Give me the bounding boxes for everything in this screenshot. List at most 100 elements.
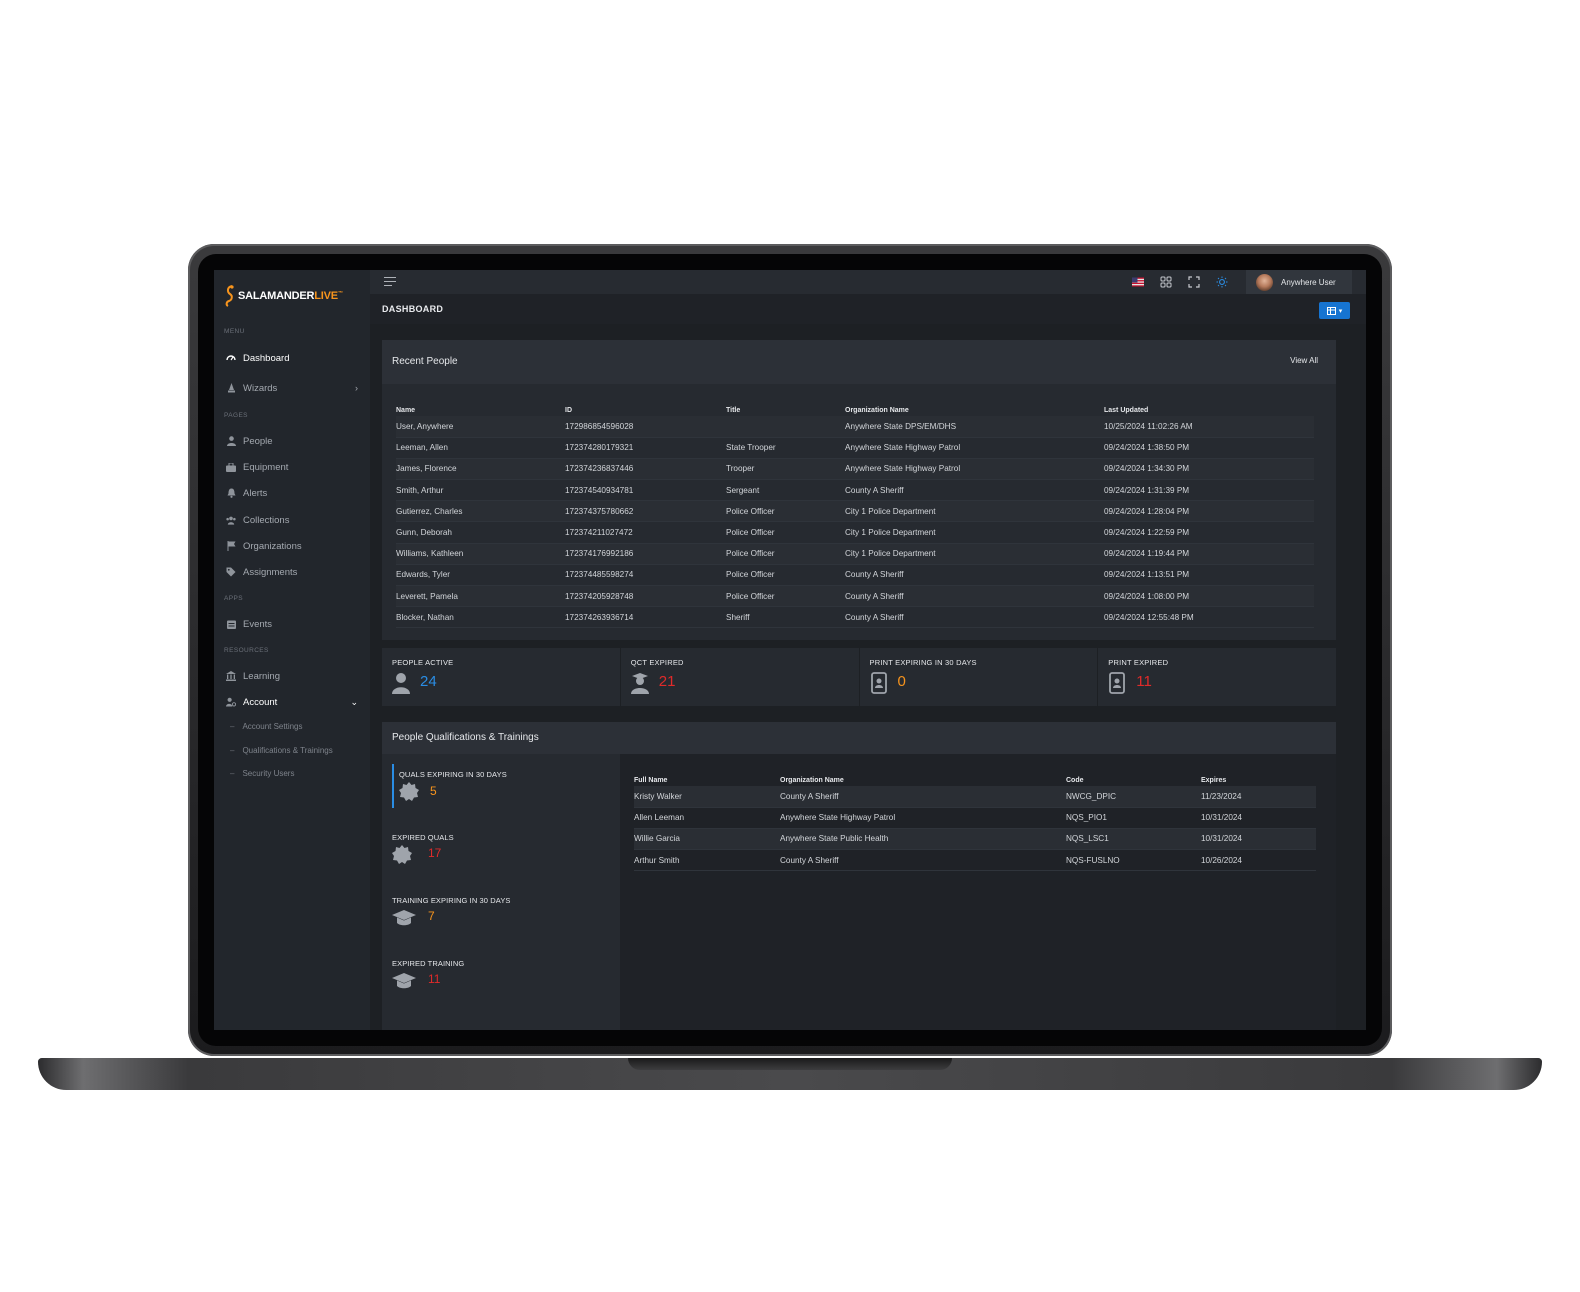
sidebar-item-collections[interactable]: Collections [226,510,362,530]
table-cell: 10/26/2024 [1201,855,1242,865]
sidebar-item-alerts[interactable]: Alerts [226,483,362,503]
sidebar-item-equipment[interactable]: Equipment [226,457,362,477]
table-row[interactable]: Gunn, Deborah 172374211027472 Police Offic… [396,522,1314,544]
graduate-icon [630,673,649,694]
table-cell: Anywhere State DPS/EM/DHS [845,421,957,431]
summary-label: EXPIRED QUALS [392,833,454,842]
table-row[interactable]: Leverett, Pamela 172374205928748 Police Of… [396,585,1314,607]
summary-value: 11 [428,972,441,986]
stat-people-active[interactable]: PEOPLE ACTIVE 24 [382,648,621,706]
table-icon [1326,306,1336,315]
sidebar-item-events[interactable]: Events [226,614,362,634]
sidebar-item-learning[interactable]: Learning [226,666,362,686]
column-header[interactable]: ID [565,406,726,416]
quals-expiring-item[interactable]: QUALS EXPIRING IN 30 DAYS 5 [392,764,612,808]
table-row[interactable]: User, Anywhere 172986854596028 Anywhere St… [396,416,1314,438]
table-row[interactable]: Williams, Kathleen 172374176992186 Police … [396,543,1314,565]
table-row[interactable]: Kristy Walker County A Sheriff NWCG_DPIC 11… [634,786,1316,808]
sidebar-item-label: Account [243,696,278,708]
person-icon [226,436,236,446]
table-cell: NWCG_DPIC [1066,791,1117,801]
table-cell: 172374280179321 [565,443,634,453]
user-menu[interactable]: Anywhere User [1246,270,1352,294]
card-title: Recent People [392,356,458,367]
stat-qct-expired[interactable]: QCT EXPIRED 21 [621,648,860,706]
table-cell: Gutierrez, Charles [396,506,463,516]
table-cell: Anywhere State Public Health [780,834,889,844]
chevron-right-icon: › [355,383,358,393]
sidebar: SALAMANDERLIVE™ MENU Dashboard Wizards ›… [214,270,370,1030]
table-cell: Sergeant [726,485,760,495]
table-cell: Anywhere State Highway Patrol [845,443,961,453]
sidebar-subitem-qualifications[interactable]: – Qualifications & Trainings [230,746,333,755]
logo[interactable]: SALAMANDERLIVE™ [224,284,343,308]
sidebar-item-label: Alerts [243,487,268,499]
table-cell: Edwards, Tyler [396,570,450,580]
id-badge-icon [870,672,887,694]
sidebar-item-account[interactable]: Account ⌄ [226,692,362,712]
table-cell: NQS_LSC1 [1066,834,1109,844]
table-cell: Anywhere State Highway Patrol [780,813,896,823]
graduation-cap-icon [392,973,416,989]
table-row[interactable]: Blocker, Nathan 172374263936714 Sheriff Cou… [396,607,1314,628]
recent-people-card: Recent People View All Name ID Title Org… [382,340,1336,640]
expired-quals-item[interactable]: EXPIRED QUALS 17 [392,833,612,877]
table-cell: 172374540934781 [565,485,634,495]
table-row[interactable]: Arthur Smith County A Sheriff NQS-FUSLNO 10… [634,850,1316,871]
summary-label: EXPIRED TRAINING [392,959,465,968]
table-cell: Anywhere State Highway Patrol [845,464,961,474]
dash-icon: – [230,746,235,755]
training-expiring-item[interactable]: TRAINING EXPIRING IN 30 DAYS 7 [392,896,612,940]
table-cell: 09/24/2024 1:34:30 PM [1104,464,1190,474]
stat-print-expiring[interactable]: PRINT EXPIRING IN 30 DAYS 0 [860,648,1099,706]
table-row[interactable]: Edwards, Tyler 172374485598274 Police Offi… [396,564,1314,586]
sidebar-item-organizations[interactable]: Organizations [226,536,362,556]
theme-sun-icon[interactable] [1216,276,1228,288]
sidebar-subitem-security-users[interactable]: – Security Users [230,769,294,778]
fullscreen-icon[interactable] [1188,276,1200,288]
view-all-link[interactable]: View All [1290,356,1318,365]
section-menu: MENU [224,328,245,335]
sidebar-item-wizards[interactable]: Wizards › [226,378,362,398]
column-header[interactable]: Expires [1201,776,1316,786]
table-cell: County A Sheriff [780,791,839,801]
sidebar-subitem-account-settings[interactable]: – Account Settings [230,722,303,731]
sidebar-item-assignments[interactable]: Assignments [226,562,362,582]
column-header[interactable]: Organization Name [845,406,1104,416]
table-cell: 172374211027472 [565,528,633,538]
stat-print-expired[interactable]: PRINT EXPIRED 11 [1098,648,1336,706]
sidebar-item-label: Collections [243,514,290,526]
section-pages: PAGES [224,412,248,419]
table-row[interactable]: James, Florence 172374236837446 Trooper Any… [396,458,1314,480]
column-header[interactable]: Code [1066,776,1201,786]
us-flag-icon[interactable] [1132,276,1144,288]
table-row[interactable]: Willie Garcia Anywhere State Public Healt… [634,828,1316,850]
sidebar-subitem-label: Security Users [242,769,295,778]
sidebar-item-label: Wizards [243,382,278,394]
column-header[interactable]: Organization Name [780,776,1066,786]
logo-text: SALAMANDERLIVE™ [238,290,343,302]
summary-label: QUALS EXPIRING IN 30 DAYS [399,770,507,779]
dashboard-layout-button[interactable]: ▾ [1319,302,1350,319]
table-row[interactable]: Leeman, Allen 172374280179321 State Troope… [396,437,1314,459]
table-row[interactable]: Smith, Arthur 172374540934781 Sergeant Coun… [396,480,1314,501]
column-header[interactable]: Last Updated [1104,406,1314,416]
stat-label: PRINT EXPIRING IN 30 DAYS [869,658,977,667]
sidebar-item-label: People [243,435,273,447]
sidebar-item-people[interactable]: People [226,431,362,451]
table-row[interactable]: Gutierrez, Charles 172374375780662 Police … [396,500,1314,522]
column-header[interactable]: Full Name [634,776,780,786]
apps-grid-icon[interactable] [1160,276,1172,288]
column-header[interactable]: Name [396,406,565,416]
table-cell: 09/24/2024 1:13:51 PM [1104,570,1190,580]
chevron-down-icon: ⌄ [350,696,358,707]
menu-toggle-icon[interactable] [384,277,396,286]
column-header[interactable]: Title [726,406,845,416]
table-cell: 09/24/2024 1:19:44 PM [1104,549,1190,559]
sidebar-item-dashboard[interactable]: Dashboard [226,348,362,368]
table-cell: 172374236837446 [565,464,634,474]
expired-training-item[interactable]: EXPIRED TRAINING 11 [392,959,612,1003]
recent-people-header: Recent People View All [382,340,1336,384]
certificate-icon [399,782,419,801]
table-row[interactable]: Allen Leeman Anywhere State Highway Patro… [634,807,1316,829]
